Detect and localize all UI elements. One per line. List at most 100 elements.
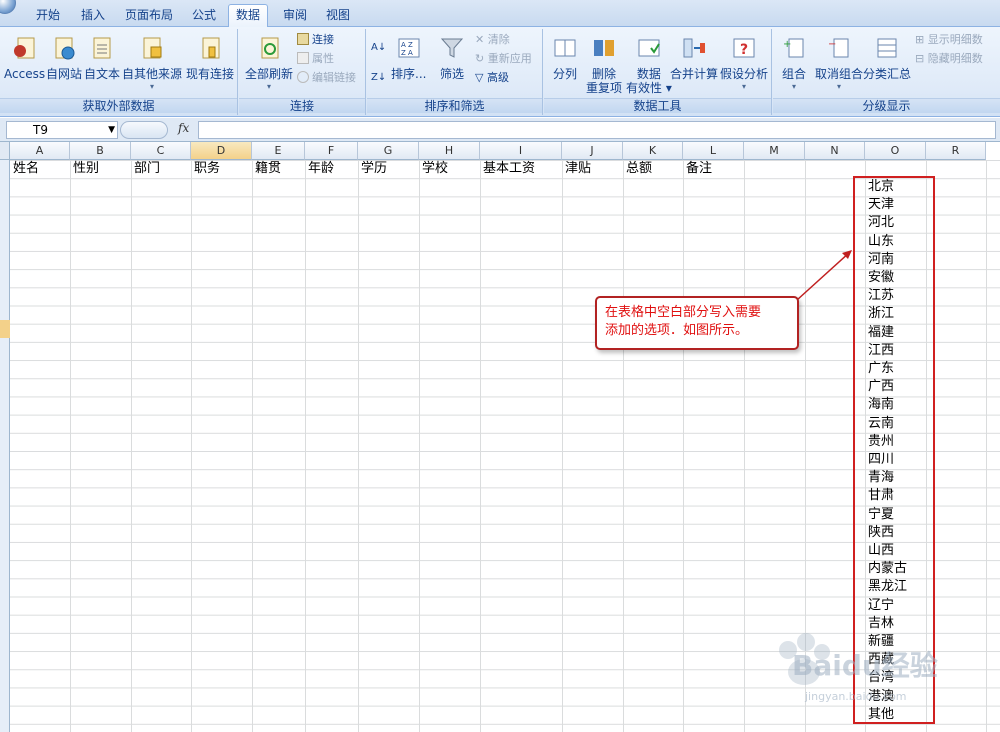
tab-formulas[interactable]: 公式	[190, 5, 218, 27]
header-cell-remarks[interactable]: 备注	[683, 160, 712, 178]
advanced-filter-icon: ▽	[475, 71, 487, 84]
refresh-all-button[interactable]: 全部刷新 ▾	[245, 35, 293, 91]
dropdown-caret-icon: ▾	[791, 82, 796, 91]
subtotal-icon	[877, 38, 897, 58]
gridline-v	[419, 160, 420, 732]
office-button[interactable]	[0, 0, 16, 14]
dropdown-caret-icon: ▾	[837, 82, 842, 91]
header-cell-age[interactable]: 年龄	[305, 160, 334, 178]
refresh-icon	[261, 37, 279, 59]
formula-controls-pill[interactable]	[120, 121, 168, 139]
header-cell-native-place[interactable]: 籍贯	[252, 160, 281, 178]
column-header-b[interactable]: B	[70, 142, 131, 160]
column-header-g[interactable]: G	[358, 142, 419, 160]
callout-line-1: 在表格中空白部分写入需要	[605, 305, 762, 320]
insert-function-icon[interactable]: fx	[178, 121, 189, 135]
group-external-data: Access 自网站 自文本 自其他来源 ▾ 现有连接 获取外部数据	[0, 29, 238, 115]
group-label-external-data: 获取外部数据	[0, 98, 237, 113]
column-header-j[interactable]: J	[562, 142, 623, 160]
tab-page-layout[interactable]: 页面布局	[123, 5, 175, 27]
watermark-brand: Baidu经验	[792, 649, 938, 682]
from-other-sources-button[interactable]: 自其他来源 ▾	[122, 35, 182, 91]
formula-input[interactable]	[198, 121, 996, 139]
header-cell-total[interactable]: 总额	[623, 160, 652, 178]
tab-insert[interactable]: 插入	[79, 5, 107, 27]
svg-text:−: −	[828, 39, 836, 50]
header-cell-position[interactable]: 职务	[191, 160, 220, 178]
row-header-bar[interactable]	[0, 160, 10, 732]
sort-button[interactable]: A ZZ A 排序...	[391, 35, 426, 81]
tab-data[interactable]: 数据	[228, 4, 269, 28]
header-cell-department[interactable]: 部门	[131, 160, 160, 178]
column-header-c[interactable]: C	[131, 142, 191, 160]
ribbon: Access 自网站 自文本 自其他来源 ▾ 现有连接 获取外部数据 全部刷新 …	[0, 27, 1000, 117]
column-header-h[interactable]: H	[419, 142, 480, 160]
show-detail-button[interactable]: ⊞ 显示明细数	[915, 33, 983, 47]
edit-links-button[interactable]: 编辑链接	[297, 71, 356, 85]
column-header-k[interactable]: K	[623, 142, 683, 160]
properties-button[interactable]: 属性	[297, 52, 334, 66]
chain-link-icon	[297, 71, 309, 83]
remove-duplicates-button[interactable]: 删除 重复项	[586, 35, 622, 95]
header-cell-base-salary[interactable]: 基本工资	[480, 160, 535, 178]
group-button[interactable]: + 组合 ▾	[781, 35, 807, 91]
dropdown-caret-icon: ▾	[150, 82, 155, 91]
svg-text:A Z: A Z	[401, 41, 413, 49]
header-cell-allowance[interactable]: 津贴	[562, 160, 591, 178]
name-box[interactable]: T9 ▼	[6, 121, 118, 139]
subtotal-button[interactable]: 分类汇总	[863, 35, 911, 81]
column-header-f[interactable]: F	[305, 142, 358, 160]
header-cell-name[interactable]: 姓名	[10, 160, 39, 178]
reapply-button[interactable]: ↻ 重新应用	[475, 52, 532, 66]
consolidate-button[interactable]: 合并计算	[670, 35, 718, 81]
gridline-v	[623, 160, 624, 732]
header-cell-gender[interactable]: 性别	[70, 160, 99, 178]
group-sort-filter: A↓ Z↓ A ZZ A 排序... 筛选 ✕ 清除 ↻ 重新应用 ▽ 高级 排…	[367, 29, 543, 115]
sort-descending-button[interactable]: Z↓	[371, 71, 386, 85]
column-header-a[interactable]: A	[10, 142, 70, 160]
data-validation-button[interactable]: 数据 有效性 ▾	[626, 35, 672, 95]
tab-home[interactable]: 开始	[34, 5, 62, 27]
ribbon-tab-bar: 开始 插入 页面布局 公式 数据 审阅 视图	[0, 0, 1000, 28]
advanced-filter-button[interactable]: ▽ 高级	[475, 71, 509, 85]
fx-area: fx	[120, 121, 196, 139]
existing-connections-button[interactable]: 现有连接	[186, 35, 234, 81]
column-header-r[interactable]: R	[926, 142, 986, 160]
from-web-button[interactable]: 自网站	[46, 35, 82, 81]
header-cell-school[interactable]: 学校	[419, 160, 448, 178]
access-icon	[13, 37, 35, 59]
column-header-l[interactable]: L	[683, 142, 744, 160]
clear-filter-button[interactable]: ✕ 清除	[475, 33, 510, 47]
what-if-analysis-button[interactable]: ? 假设分析 ▾	[720, 35, 768, 91]
column-header-e[interactable]: E	[252, 142, 305, 160]
select-all-corner[interactable]	[0, 142, 10, 160]
column-header-m[interactable]: M	[744, 142, 805, 160]
formula-bar: T9 ▼ fx	[0, 118, 1000, 142]
svg-text:Z A: Z A	[401, 49, 413, 57]
hide-detail-button[interactable]: ⊟ 隐藏明细数	[915, 52, 983, 66]
filter-button[interactable]: 筛选	[439, 35, 465, 81]
from-access-button[interactable]: Access	[4, 35, 45, 81]
sort-dialog-icon: A ZZ A	[398, 38, 420, 58]
sort-az-icon: A↓	[371, 42, 387, 53]
instruction-callout: 在表格中空白部分写入需要 添加的选项．如图所示。	[595, 296, 799, 350]
gridline-v	[683, 160, 684, 732]
gridline-v	[562, 160, 563, 732]
callout-line-2: 添加的选项．如图所示。	[605, 323, 749, 338]
column-header-i[interactable]: I	[480, 142, 562, 160]
header-cell-education[interactable]: 学历	[358, 160, 387, 178]
chevron-down-icon[interactable]: ▼	[108, 122, 115, 138]
connections-button[interactable]: 连接	[297, 33, 334, 47]
from-text-button[interactable]: 自文本	[84, 35, 120, 81]
gridline-v	[252, 160, 253, 732]
tab-review[interactable]: 审阅	[281, 5, 309, 27]
text-to-columns-button[interactable]: 分列	[552, 35, 578, 81]
column-header-d[interactable]: D	[191, 142, 252, 160]
gridline-v	[70, 160, 71, 732]
column-header-n[interactable]: N	[805, 142, 865, 160]
gridline-v	[480, 160, 481, 732]
column-header-o[interactable]: O	[865, 142, 926, 160]
tab-view[interactable]: 视图	[324, 5, 352, 27]
sort-ascending-button[interactable]: A↓	[371, 41, 386, 55]
ungroup-button[interactable]: − 取消组合 ▾	[815, 35, 863, 91]
